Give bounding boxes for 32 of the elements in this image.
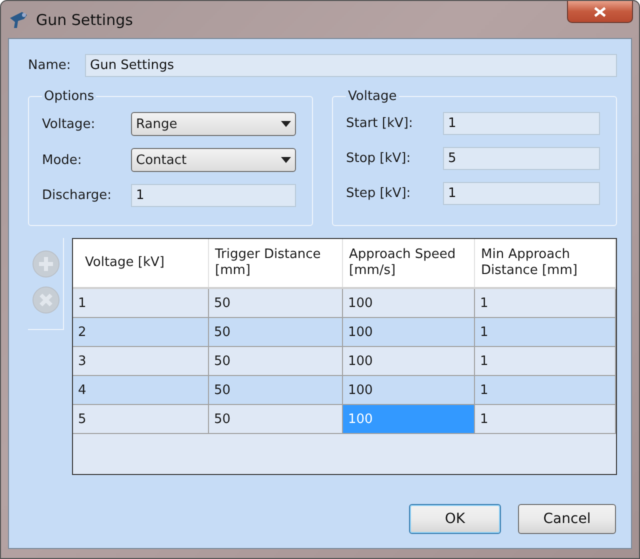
input-field[interactable]: 1 <box>443 182 600 205</box>
column-header[interactable]: Min Approach Distance [mm] <box>475 239 616 287</box>
field-label: Discharge: <box>42 188 112 203</box>
close-button[interactable] <box>567 1 633 23</box>
group-title: Voltage <box>347 89 398 104</box>
close-icon <box>594 6 606 16</box>
column-header[interactable]: Trigger Distance [mm] <box>209 239 343 287</box>
ok-button[interactable]: OK <box>409 504 501 534</box>
cancel-button[interactable]: Cancel <box>518 504 616 534</box>
input-field[interactable]: 1 <box>443 112 600 135</box>
caret-icon <box>281 157 291 163</box>
field-label: Voltage: <box>42 116 96 132</box>
field-label: Start [kV]: <box>346 116 414 131</box>
plus-icon <box>32 250 60 278</box>
window-title: Gun Settings <box>36 10 133 28</box>
table-cell[interactable]: 5 <box>73 405 209 434</box>
table-cell[interactable]: 1 <box>475 405 616 434</box>
input-field[interactable]: 5 <box>443 147 600 170</box>
field-label: Mode: <box>42 152 83 168</box>
dropdown[interactable]: Range <box>131 112 296 136</box>
spray-gun-icon <box>8 10 30 30</box>
close-icon <box>32 286 60 314</box>
input-field[interactable]: 1 <box>131 184 296 207</box>
input-field[interactable]: Gun Settings <box>85 54 617 77</box>
field-label: Name: <box>28 58 72 73</box>
column-header[interactable]: Approach Speed [mm/s] <box>343 239 475 287</box>
field-label: Stop [kV]: <box>346 151 412 166</box>
caret-icon <box>281 121 291 127</box>
group-title: Options <box>43 89 96 104</box>
column-header[interactable]: Voltage [kV] <box>73 239 209 287</box>
dropdown[interactable]: Contact <box>131 148 296 172</box>
field-label: Step [kV]: <box>346 186 412 201</box>
